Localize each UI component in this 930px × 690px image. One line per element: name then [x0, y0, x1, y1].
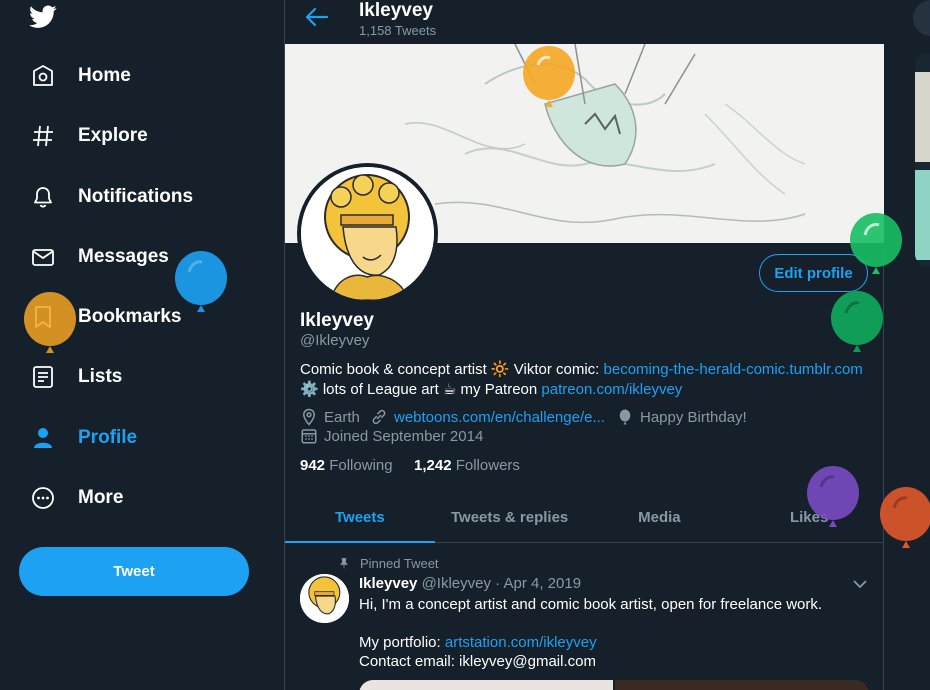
back-arrow-icon[interactable]: [305, 7, 329, 27]
avatar-image: [301, 167, 434, 300]
link-icon: [372, 409, 386, 425]
profile-header: Ikleyvey 1,158 Tweets: [285, 0, 884, 44]
chevron-down-icon[interactable]: [852, 578, 868, 590]
tweet-author-name[interactable]: Ikleyvey: [359, 575, 417, 592]
joined-text: Joined September 2014: [324, 427, 484, 445]
birthday-text: Happy Birthday!: [640, 408, 747, 426]
location-pin-icon: [302, 408, 316, 426]
nav-profile-label: Profile: [78, 427, 138, 448]
birthday-balloon-icon: [24, 292, 76, 353]
nav-home-label: Home: [78, 65, 131, 86]
trends-media-card[interactable]: [915, 54, 930, 266]
tweet-line-1: Hi, I'm a concept artist and comic book …: [359, 596, 823, 613]
website-link[interactable]: webtoons.com/en/challenge/e...: [394, 409, 605, 426]
birthday-balloon-icon: [523, 46, 575, 107]
hashtag-icon: [30, 123, 56, 149]
following-count: 942: [300, 457, 326, 474]
nav-lists[interactable]: Lists: [18, 355, 122, 399]
followers-label: Followers: [455, 457, 520, 474]
bio-text-1: Comic book & concept artist 🔆 Viktor com…: [300, 361, 604, 378]
pinned-indicator: Pinned Tweet: [337, 556, 439, 571]
followers-count: 1,242: [414, 457, 452, 474]
list-icon: [30, 364, 56, 390]
header-tweet-count: 1,158 Tweets: [359, 23, 437, 38]
profile-website[interactable]: webtoons.com/en/challenge/e...: [370, 408, 605, 426]
nav-messages[interactable]: Messages: [18, 235, 169, 279]
nav-more[interactable]: More: [18, 476, 123, 520]
tweet-author-handle[interactable]: @Ikleyvey: [422, 575, 491, 592]
envelope-icon: [30, 244, 56, 270]
nav-more-label: More: [78, 487, 124, 508]
pinned-label: Pinned Tweet: [360, 556, 439, 571]
profile-birthday: Happy Birthday!: [616, 408, 747, 426]
birthday-balloon-icon: [880, 487, 930, 548]
nav-home[interactable]: Home: [18, 54, 131, 98]
header-name: Ikleyvey: [359, 0, 433, 21]
birthday-balloon-icon: [850, 213, 902, 274]
pin-icon: [339, 557, 349, 570]
twitter-logo-icon[interactable]: [29, 5, 57, 29]
nav-profile[interactable]: Profile: [18, 416, 137, 460]
tab-tweets-replies[interactable]: Tweets & replies: [435, 493, 585, 542]
followers-stat[interactable]: 1,242 Followers: [414, 457, 520, 474]
birthday-balloon-icon: [175, 251, 227, 312]
location-text: Earth: [324, 408, 360, 426]
profile-name: Ikleyvey: [300, 310, 374, 331]
tab-media[interactable]: Media: [585, 493, 735, 542]
tweet-contact: Contact email: ikleyvey@gmail.com: [359, 653, 596, 670]
profile-joined: Joined September 2014: [300, 427, 483, 445]
profile-column: Ikleyvey 1,158 Tweets Edit profile Ikley…: [284, 0, 884, 690]
search-box[interactable]: [913, 0, 930, 36]
tweet-media-image-1[interactable]: [359, 680, 615, 690]
tab-tweets[interactable]: Tweets: [285, 493, 435, 543]
following-label: Following: [329, 457, 393, 474]
profile-avatar[interactable]: [297, 163, 438, 304]
tweet-portfolio-label: My portfolio:: [359, 634, 445, 651]
nav-notifications-label: Notifications: [78, 186, 194, 207]
bio-text-2: ⚙️ lots of League art ☕ my Patreon: [300, 381, 542, 398]
profile-handle: @Ikleyvey: [300, 332, 370, 349]
balloon-icon: [619, 409, 631, 425]
trend-thumb-1: [915, 72, 930, 162]
tweet-button[interactable]: Tweet: [19, 547, 249, 596]
tweet-author-avatar[interactable]: [300, 574, 349, 623]
following-stat[interactable]: 942 Following: [300, 457, 393, 474]
tweet-separator: ·: [495, 575, 501, 592]
person-icon: [30, 425, 56, 451]
nav-notifications[interactable]: Notifications: [18, 175, 193, 219]
tweet-media[interactable]: [359, 680, 869, 690]
home-icon: [30, 63, 56, 89]
bell-icon: [30, 184, 56, 210]
tweet-header: Ikleyvey @Ikleyvey · Apr 4, 2019: [359, 575, 581, 592]
tweet-body: Hi, I'm a concept artist and comic book …: [359, 595, 859, 671]
more-icon: [30, 485, 56, 511]
nav-lists-label: Lists: [78, 366, 123, 387]
nav-explore-label: Explore: [78, 125, 148, 146]
birthday-balloon-icon: [831, 291, 883, 352]
profile-location: Earth: [300, 408, 360, 426]
profile-bio: Comic book & concept artist 🔆 Viktor com…: [300, 360, 870, 400]
birthday-balloon-icon: [807, 466, 859, 527]
tweet-date[interactable]: Apr 4, 2019: [504, 575, 582, 592]
profile-tabs: Tweets Tweets & replies Media Likes: [285, 493, 884, 543]
tweet-portfolio-link[interactable]: artstation.com/ikleyvey: [445, 634, 597, 651]
nav-bookmarks-label: Bookmarks: [78, 306, 182, 327]
calendar-icon: [301, 429, 317, 444]
bio-link-patreon[interactable]: patreon.com/ikleyvey: [541, 381, 682, 398]
trend-thumb-2: [915, 170, 930, 260]
right-sidebar: [885, 0, 930, 690]
bio-link-tumblr[interactable]: becoming-the-herald-comic.tumblr.com: [604, 361, 863, 378]
tweet-media-image-2[interactable]: [615, 680, 869, 690]
nav-messages-label: Messages: [78, 246, 169, 267]
nav-explore[interactable]: Explore: [18, 114, 148, 158]
